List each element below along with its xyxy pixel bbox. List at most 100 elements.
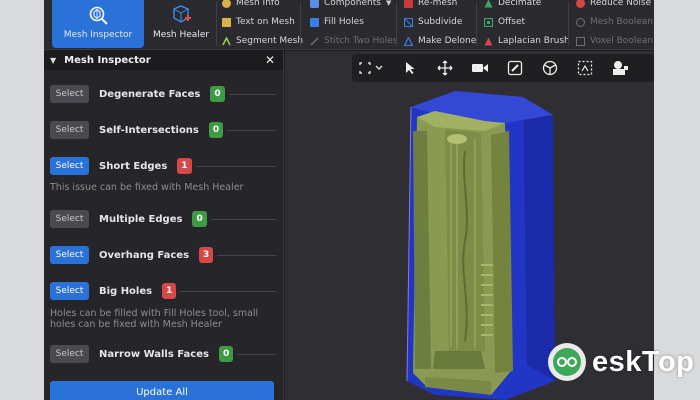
issue-row-narrow-walls-faces: Select Narrow Walls Faces 0	[50, 344, 276, 364]
issue-row-multiple-edges: Select Multiple Edges 0	[50, 209, 276, 229]
close-icon[interactable]: ✕	[265, 53, 275, 67]
laplacian-brush-button[interactable]: Laplacian Brush	[484, 32, 570, 51]
issue-count-badge: 1	[162, 283, 177, 299]
subdivide-button[interactable]: Subdivide	[404, 13, 476, 32]
issue-label: Big Holes	[99, 285, 153, 297]
mesh-healer-label: Mesh Healer	[152, 30, 210, 40]
watermark-text: eskTop	[592, 345, 695, 378]
boolean-icon	[576, 18, 585, 27]
mesh-inspector-icon	[89, 6, 108, 25]
issue-count-badge: 3	[199, 247, 214, 263]
ribbon-divider	[300, 2, 301, 46]
issue-row-overhang-faces: Select Overhang Faces 3	[50, 245, 276, 265]
laplacian-brush-label: Laplacian Brush	[498, 36, 570, 46]
select-button[interactable]: Select	[50, 121, 89, 139]
voxel-icon	[576, 37, 585, 46]
voxel-boolean-button[interactable]: Voxel Boolean	[576, 32, 653, 51]
divider	[237, 353, 276, 355]
chevron-down-icon: ▼	[385, 0, 392, 7]
decimate-label: Decimate	[498, 0, 542, 8]
ribbon-divider	[568, 2, 569, 46]
issue-row-short-edges: Select Short Edges 1	[50, 156, 276, 176]
issue-note: This issue can be fixed with Mesh Healer	[50, 182, 244, 193]
update-all-button[interactable]: Update All	[50, 381, 274, 400]
make-delone-label: Make Delone	[418, 36, 477, 46]
issue-label: Narrow Walls Faces	[99, 348, 209, 360]
mesh-info-label: Mesh Info	[236, 0, 280, 8]
mesh-boolean-label: Mesh Boolean	[590, 17, 653, 27]
issue-label: Overhang Faces	[99, 249, 190, 261]
select-button[interactable]: Select	[50, 246, 89, 264]
brush-icon	[484, 37, 493, 46]
divider	[228, 93, 276, 95]
select-button[interactable]: Select	[50, 210, 89, 228]
issue-row-degenerate-faces: Select Degenerate Faces 0	[50, 84, 276, 104]
make-delone-button[interactable]: Make Delone	[404, 32, 476, 51]
divider	[217, 254, 276, 256]
mesh-healer-button[interactable]: Mesh Healer	[150, 0, 212, 48]
mesh-boolean-button[interactable]: Mesh Boolean	[576, 13, 653, 32]
offset-icon	[484, 18, 493, 27]
offset-button[interactable]: Offset	[484, 13, 570, 32]
stitch-two-holes-label: Stitch Two Holes	[324, 36, 398, 46]
issue-row-big-holes: Select Big Holes 1	[50, 281, 276, 301]
subdivide-label: Subdivide	[418, 17, 463, 27]
reduce-noise-label: Reduce Noise	[590, 0, 652, 8]
select-button[interactable]: Select	[50, 157, 89, 175]
remesh-label: Re-mesh	[418, 0, 458, 8]
issue-label: Self-Intersections	[99, 124, 199, 136]
issue-label: Multiple Edges	[99, 213, 183, 225]
issue-row-self-intersections: Select Self-Intersections 0	[50, 120, 276, 140]
select-button[interactable]: Select	[50, 345, 89, 363]
tool-column-4: Decimate Offset Laplacian Brush	[484, 0, 570, 51]
tool-column-2: Components ▼ Fill Holes Stitch Two Holes	[310, 0, 398, 51]
decimate-button[interactable]: Decimate	[484, 0, 570, 13]
collapse-chevron-icon[interactable]: ▼	[50, 56, 56, 65]
components-label: Components	[324, 0, 381, 8]
select-button[interactable]: Select	[50, 282, 89, 300]
voxel-boolean-label: Voxel Boolean	[590, 36, 654, 46]
desktop-logo-icon	[548, 343, 586, 381]
watermark: eskTop	[546, 338, 696, 386]
ribbon-divider	[396, 2, 397, 46]
offset-label: Offset	[498, 17, 526, 27]
components-button[interactable]: Components ▼	[310, 0, 398, 13]
ribbon-divider	[476, 2, 477, 46]
segment-mesh-button[interactable]: Segment Mesh	[222, 32, 303, 51]
decimate-icon	[484, 0, 493, 8]
reduce-noise-button[interactable]: Reduce Noise	[576, 0, 653, 13]
issue-count-badge: 0	[192, 211, 207, 227]
panel-title: Mesh Inspector	[64, 55, 151, 66]
text-icon	[222, 18, 231, 27]
noise-icon	[576, 0, 585, 8]
issue-count-badge: 1	[177, 158, 192, 174]
stitch-icon	[310, 37, 319, 46]
info-icon	[222, 0, 231, 8]
divider	[195, 165, 276, 167]
text-on-mesh-label: Text on Mesh	[236, 17, 295, 27]
issue-note: Holes can be filled with Fill Holes tool…	[50, 308, 259, 330]
issue-label: Degenerate Faces	[99, 88, 201, 100]
segment-icon	[222, 37, 231, 46]
ribbon-toolbar: Mesh Inspector Mesh Healer Mesh Info Tex…	[44, 0, 654, 50]
subdivide-icon	[404, 18, 413, 27]
mesh-inspector-label: Mesh Inspector	[63, 30, 133, 40]
divider	[210, 218, 276, 220]
remesh-icon	[404, 0, 413, 8]
mesh-inspector-panel: ▼ Mesh Inspector ✕ Select Degenerate Fac…	[44, 51, 284, 400]
select-button[interactable]: Select	[50, 85, 89, 103]
issue-label: Short Edges	[99, 160, 168, 172]
stitch-two-holes-button[interactable]: Stitch Two Holes	[310, 32, 398, 51]
mesh-info-button[interactable]: Mesh Info	[222, 0, 303, 13]
divider	[227, 129, 276, 131]
remesh-button[interactable]: Re-mesh	[404, 0, 476, 13]
delone-icon	[404, 37, 413, 46]
fill-holes-button[interactable]: Fill Holes	[310, 13, 398, 32]
issue-count-badge: 0	[208, 122, 224, 138]
mesh-inspector-button[interactable]: Mesh Inspector	[52, 0, 144, 48]
panel-header: ▼ Mesh Inspector ✕	[44, 51, 283, 70]
components-icon	[310, 0, 319, 8]
tool-column-1: Mesh Info Text on Mesh Segment Mesh	[222, 0, 303, 51]
text-on-mesh-button[interactable]: Text on Mesh	[222, 13, 303, 32]
tool-column-5: Reduce Noise Mesh Boolean Voxel Boolean	[576, 0, 653, 51]
